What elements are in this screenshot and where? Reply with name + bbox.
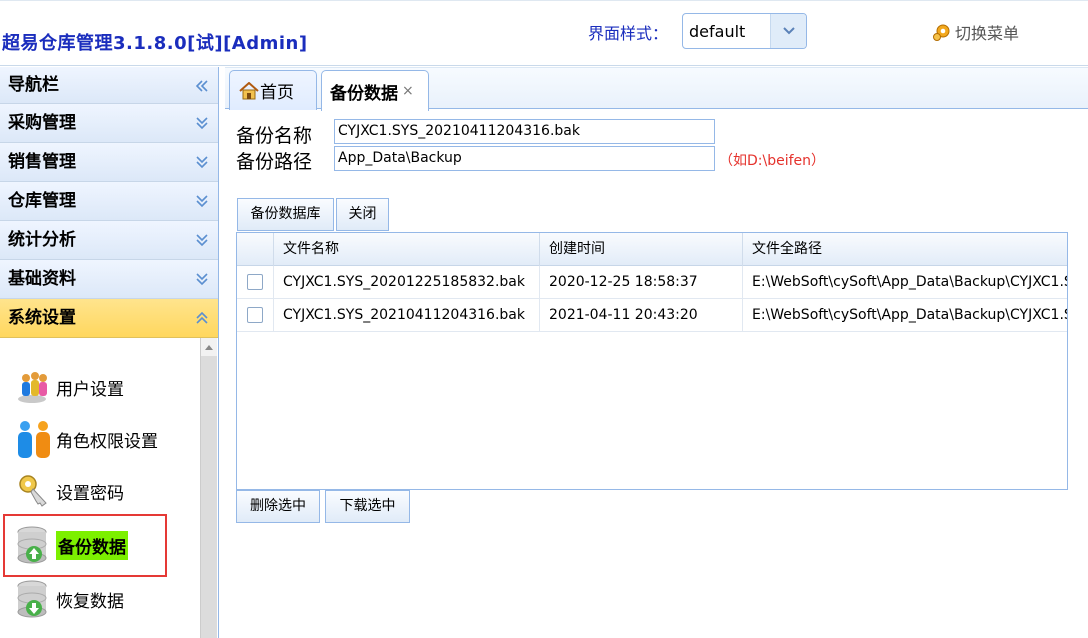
- style-select-value: default: [689, 22, 746, 41]
- collapse-left-icon[interactable]: [194, 78, 210, 94]
- grid-header: 文件名称 创建时间 文件全路径: [237, 233, 1067, 266]
- chevron-double-down-icon: [196, 273, 208, 286]
- key-icon: [19, 475, 47, 507]
- row-checkbox[interactable]: [247, 307, 263, 323]
- app-title: 超易仓库管理3.1.8.0[试][Admin]: [2, 33, 308, 54]
- grid-header-check: [237, 233, 274, 266]
- menu-item-restore-data[interactable]: 恢复数据: [14, 578, 124, 620]
- cell-full-path: E:\WebSoft\cySoft\App_Data\Backup\CYJXC1…: [752, 307, 1067, 323]
- users-icon: [18, 372, 47, 403]
- menu-item-label: 备份数据: [56, 530, 128, 560]
- switch-menu-button[interactable]: 切换菜单: [932, 20, 1019, 44]
- app-header: 超易仓库管理3.1.8.0[试][Admin] 界面样式： default 切换…: [0, 0, 1088, 66]
- menu-item-user-settings[interactable]: 用户设置: [14, 366, 124, 408]
- column-header-full-path[interactable]: 文件全路径: [743, 233, 1067, 266]
- tab-bar: 首页 备份数据 ×: [225, 67, 1088, 111]
- cell-file-name: CYJXC1.SYS_20201225185832.bak: [274, 266, 540, 299]
- cell-full-path: E:\WebSoft\cySoft\App_Data\Backup\CYJXC1…: [752, 274, 1067, 290]
- column-header-created-time[interactable]: 创建时间: [540, 233, 743, 266]
- backup-path-input[interactable]: App_Data\Backup: [334, 146, 715, 171]
- close-button[interactable]: 关闭: [336, 198, 389, 231]
- delete-selected-button[interactable]: 删除选中: [236, 490, 320, 523]
- menu-item-label: 用户设置: [56, 379, 124, 400]
- system-settings-panel: 用户设置 角色权限设置 设置密码 备份数据 恢复数据: [0, 338, 218, 638]
- sidebar-title: 导航栏: [0, 67, 218, 104]
- menu-item-backup-data[interactable]: 备份数据: [14, 524, 128, 566]
- backup-name-input[interactable]: CYJXC1.SYS_20210411204316.bak: [334, 119, 715, 144]
- menu-item-label: 恢复数据: [56, 591, 124, 612]
- sidebar-section-warehouse[interactable]: 仓库管理: [0, 182, 218, 221]
- chevron-double-down-icon: [196, 195, 208, 208]
- home-icon: [239, 81, 259, 99]
- download-selected-button[interactable]: 下载选中: [325, 490, 410, 523]
- chevron-down-icon[interactable]: [770, 14, 806, 48]
- table-row[interactable]: CYJXC1.SYS_20210411204316.bak 2021-04-11…: [237, 299, 1067, 332]
- backup-name-label: 备份名称: [236, 125, 313, 147]
- table-row[interactable]: CYJXC1.SYS_20201225185832.bak 2020-12-25…: [237, 266, 1067, 299]
- tab-home[interactable]: 首页: [229, 70, 317, 110]
- chevron-double-down-icon: [196, 156, 208, 169]
- row-check-cell: [237, 266, 274, 299]
- vertical-scrollbar[interactable]: [200, 338, 217, 638]
- sidebar-section-statistics[interactable]: 统计分析: [0, 221, 218, 260]
- sidebar-section-system-settings[interactable]: 系统设置: [0, 299, 218, 338]
- menu-item-label: 角色权限设置: [56, 431, 158, 452]
- style-label: 界面样式：: [588, 24, 669, 43]
- tab-backup-label: 备份数据: [330, 83, 398, 104]
- sidebar-section-basic-data[interactable]: 基础资料: [0, 260, 218, 299]
- path-hint: （如D:\beifen）: [719, 153, 826, 169]
- sidebar: 导航栏 采购管理 销售管理 仓库管理 统计分析 基础资料 系统设置 用户设置 角…: [0, 67, 219, 638]
- backup-database-button[interactable]: 备份数据库: [237, 198, 334, 231]
- column-header-file-name[interactable]: 文件名称: [274, 233, 540, 266]
- scroll-up-arrow-icon[interactable]: [201, 338, 217, 356]
- database-restore-icon: [17, 580, 47, 618]
- roles-icon: [18, 421, 50, 458]
- sidebar-section-purchase[interactable]: 采购管理: [0, 104, 218, 143]
- tab-backup-data[interactable]: 备份数据 ×: [321, 70, 429, 111]
- sidebar-section-sales[interactable]: 销售管理: [0, 143, 218, 182]
- gear-icon: [933, 24, 950, 41]
- chevron-double-up-icon: [196, 311, 208, 324]
- menu-item-set-password[interactable]: 设置密码: [14, 470, 124, 512]
- row-check-cell: [237, 299, 274, 332]
- database-backup-icon: [17, 526, 47, 564]
- row-checkbox[interactable]: [247, 274, 263, 290]
- tab-home-label: 首页: [260, 83, 294, 103]
- style-select[interactable]: default: [682, 13, 807, 49]
- switch-menu-label: 切换菜单: [955, 24, 1020, 43]
- backup-path-label: 备份路径: [236, 151, 313, 173]
- cell-created-time: 2021-04-11 20:43:20: [540, 299, 743, 332]
- menu-item-label: 设置密码: [56, 483, 124, 504]
- chevron-double-down-icon: [196, 234, 208, 247]
- cell-created-time: 2020-12-25 18:58:37: [540, 266, 743, 299]
- menu-item-role-permissions[interactable]: 角色权限设置: [14, 418, 158, 460]
- chevron-double-down-icon: [196, 117, 208, 130]
- close-icon[interactable]: ×: [402, 83, 414, 99]
- cell-file-name: CYJXC1.SYS_20210411204316.bak: [274, 299, 540, 332]
- backup-file-grid: 文件名称 创建时间 文件全路径 CYJXC1.SYS_2020122518583…: [236, 232, 1068, 490]
